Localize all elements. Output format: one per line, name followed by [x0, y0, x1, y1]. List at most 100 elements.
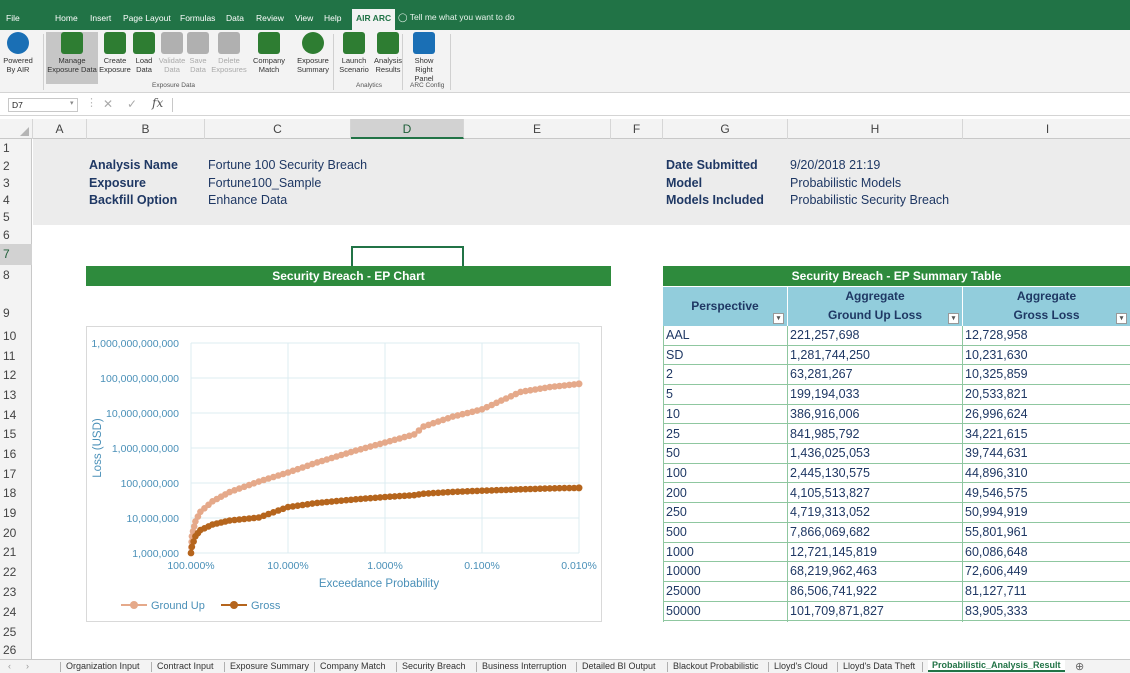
ribbon-button-powered[interactable]: Powered By AIR: [0, 32, 36, 74]
sheet-tab[interactable]: Blackout Probabilistic: [673, 661, 759, 671]
row-header-22[interactable]: 22: [0, 562, 32, 582]
tab-home[interactable]: Home: [55, 12, 78, 24]
database-icon: [61, 32, 83, 54]
sheet-tab[interactable]: Lloyd's Data Theft: [843, 661, 915, 671]
column-header-g[interactable]: G: [663, 119, 788, 139]
ribbon-button-exposure[interactable]: Exposure Summary: [292, 32, 334, 74]
row-header-5[interactable]: 5: [0, 209, 32, 226]
sheet-tab[interactable]: Lloyd's Cloud: [774, 661, 828, 671]
row-header-3[interactable]: 3: [0, 175, 32, 192]
table-row: 50000 101,709,871,827 83,905,333: [663, 601, 1130, 622]
cancel-icon[interactable]: ✕: [103, 97, 113, 111]
column-header-h[interactable]: H: [788, 119, 963, 139]
insert-function-icon[interactable]: fx: [152, 96, 163, 110]
row-header-24[interactable]: 24: [0, 602, 32, 622]
ep-table-title: Security Breach - EP Summary Table: [663, 266, 1130, 286]
column-header-e[interactable]: E: [464, 119, 611, 139]
row-header-26[interactable]: 26: [0, 642, 32, 659]
row-header-6[interactable]: 6: [0, 226, 32, 244]
row-header-8[interactable]: 8: [0, 265, 32, 286]
column-header-c[interactable]: C: [205, 119, 351, 139]
row-header-13[interactable]: 13: [0, 385, 32, 405]
row-header-18[interactable]: 18: [0, 484, 32, 503]
tab-insert[interactable]: Insert: [90, 12, 111, 24]
filter-dropdown-icon[interactable]: ▾: [948, 313, 959, 324]
column-divider: [787, 326, 788, 346]
row-header-9[interactable]: 9: [0, 286, 32, 326]
row-header-25[interactable]: 25: [0, 622, 32, 642]
ep-chart[interactable]: 1,000,000 10,000,000 100,000,000 1,000,000,…: [86, 326, 602, 622]
ribbon-button-save[interactable]: Save Data: [186, 32, 210, 74]
tab-file[interactable]: File: [6, 12, 20, 24]
row-header-16[interactable]: 16: [0, 444, 32, 464]
ribbon-button-label: Create: [103, 56, 127, 65]
y-tick-label: 100,000,000: [121, 478, 180, 490]
ribbon-button-create[interactable]: Create Exposure: [98, 32, 132, 74]
scroll-left-icon[interactable]: ‹: [8, 661, 11, 671]
sheet-tab-separator: [667, 662, 668, 672]
enter-icon[interactable]: ✓: [127, 97, 137, 111]
row-header-12[interactable]: 12: [0, 366, 32, 385]
sheet-tab[interactable]: Organization Input: [66, 661, 140, 671]
ribbon-button-launch[interactable]: Launch Scenario: [335, 32, 373, 74]
column-header-f[interactable]: F: [611, 119, 663, 139]
row-header-21[interactable]: 21: [0, 543, 32, 562]
filter-dropdown-icon[interactable]: ▾: [1116, 313, 1127, 324]
ribbon-button-label: Right Panel: [414, 65, 434, 83]
column-divider: [787, 503, 788, 524]
row-header-11[interactable]: 11: [0, 346, 32, 366]
info-value: Fortune 100 Security Breach: [208, 158, 368, 172]
tab-help[interactable]: Help: [324, 12, 341, 24]
selected-cell-d7[interactable]: [351, 246, 464, 268]
sheet-tab[interactable]: Business Interruption: [482, 661, 567, 671]
ribbon-button-company[interactable]: Company Match: [247, 32, 291, 74]
ribbon-button-delete[interactable]: Delete Exposures: [211, 32, 247, 74]
ribbon-button-show[interactable]: Show Right Panel: [405, 32, 443, 83]
ribbon-button-load[interactable]: Load Data: [131, 32, 157, 74]
row-header-15[interactable]: 15: [0, 425, 32, 444]
row-header-20[interactable]: 20: [0, 523, 32, 543]
sheet-tab[interactable]: Detailed BI Output: [582, 661, 656, 671]
column-divider: [962, 345, 963, 366]
ribbon-button-validate[interactable]: Validate Data: [158, 32, 186, 74]
chevron-down-icon[interactable]: ▾: [70, 99, 74, 107]
sheet-tab[interactable]: Contract Input: [157, 661, 214, 671]
column-header-a[interactable]: A: [33, 119, 87, 139]
table-row: 10000 68,219,962,463 72,606,449: [663, 562, 1130, 583]
tell-me-search[interactable]: ◯ Tell me what you want to do: [398, 12, 515, 23]
name-box[interactable]: D7: [8, 98, 78, 112]
ribbon-button-manage[interactable]: Manage Exposure Data: [46, 32, 98, 84]
tab-air-arc[interactable]: AIR ARC: [352, 9, 396, 30]
column-header-b[interactable]: B: [87, 119, 205, 139]
formula-input[interactable]: [172, 98, 1122, 112]
sheet-tab[interactable]: Company Match: [320, 661, 386, 671]
tab-review[interactable]: Review: [256, 12, 284, 24]
row-header-7[interactable]: 7: [0, 244, 32, 265]
select-all-corner[interactable]: [0, 119, 33, 139]
sheet-tab[interactable]: Exposure Summary: [230, 661, 309, 671]
tab-view[interactable]: View: [295, 12, 313, 24]
column-header-i[interactable]: I: [963, 119, 1130, 139]
row-header-2[interactable]: 2: [0, 157, 32, 175]
table-cell-perspective: 10: [666, 406, 680, 421]
table-cell-perspective: 5: [666, 387, 673, 402]
sheet-tab[interactable]: Probabilistic_Analysis_Result: [928, 660, 1065, 672]
add-sheet-icon[interactable]: ⊕: [1075, 660, 1084, 673]
scroll-right-icon[interactable]: ›: [26, 661, 29, 671]
row-header-19[interactable]: 19: [0, 503, 32, 523]
row-header-4[interactable]: 4: [0, 192, 32, 209]
column-header-d[interactable]: D: [351, 119, 464, 139]
row-header-10[interactable]: 10: [0, 326, 32, 346]
row-header-17[interactable]: 17: [0, 464, 32, 484]
summary-band: [33, 139, 1130, 225]
filter-dropdown-icon[interactable]: ▾: [773, 313, 784, 324]
row-header-1[interactable]: 1: [0, 139, 32, 157]
sheet-tab[interactable]: Security Breach: [402, 661, 466, 671]
tab-data[interactable]: Data: [226, 12, 244, 24]
tab-page-layout[interactable]: Page Layout: [123, 12, 171, 24]
tab-formulas[interactable]: Formulas: [180, 12, 215, 24]
table-cell-perspective: 500: [666, 525, 687, 539]
ribbon-button-analysis[interactable]: Analysis Results: [372, 32, 404, 74]
row-header-23[interactable]: 23: [0, 582, 32, 602]
row-header-14[interactable]: 14: [0, 405, 32, 425]
